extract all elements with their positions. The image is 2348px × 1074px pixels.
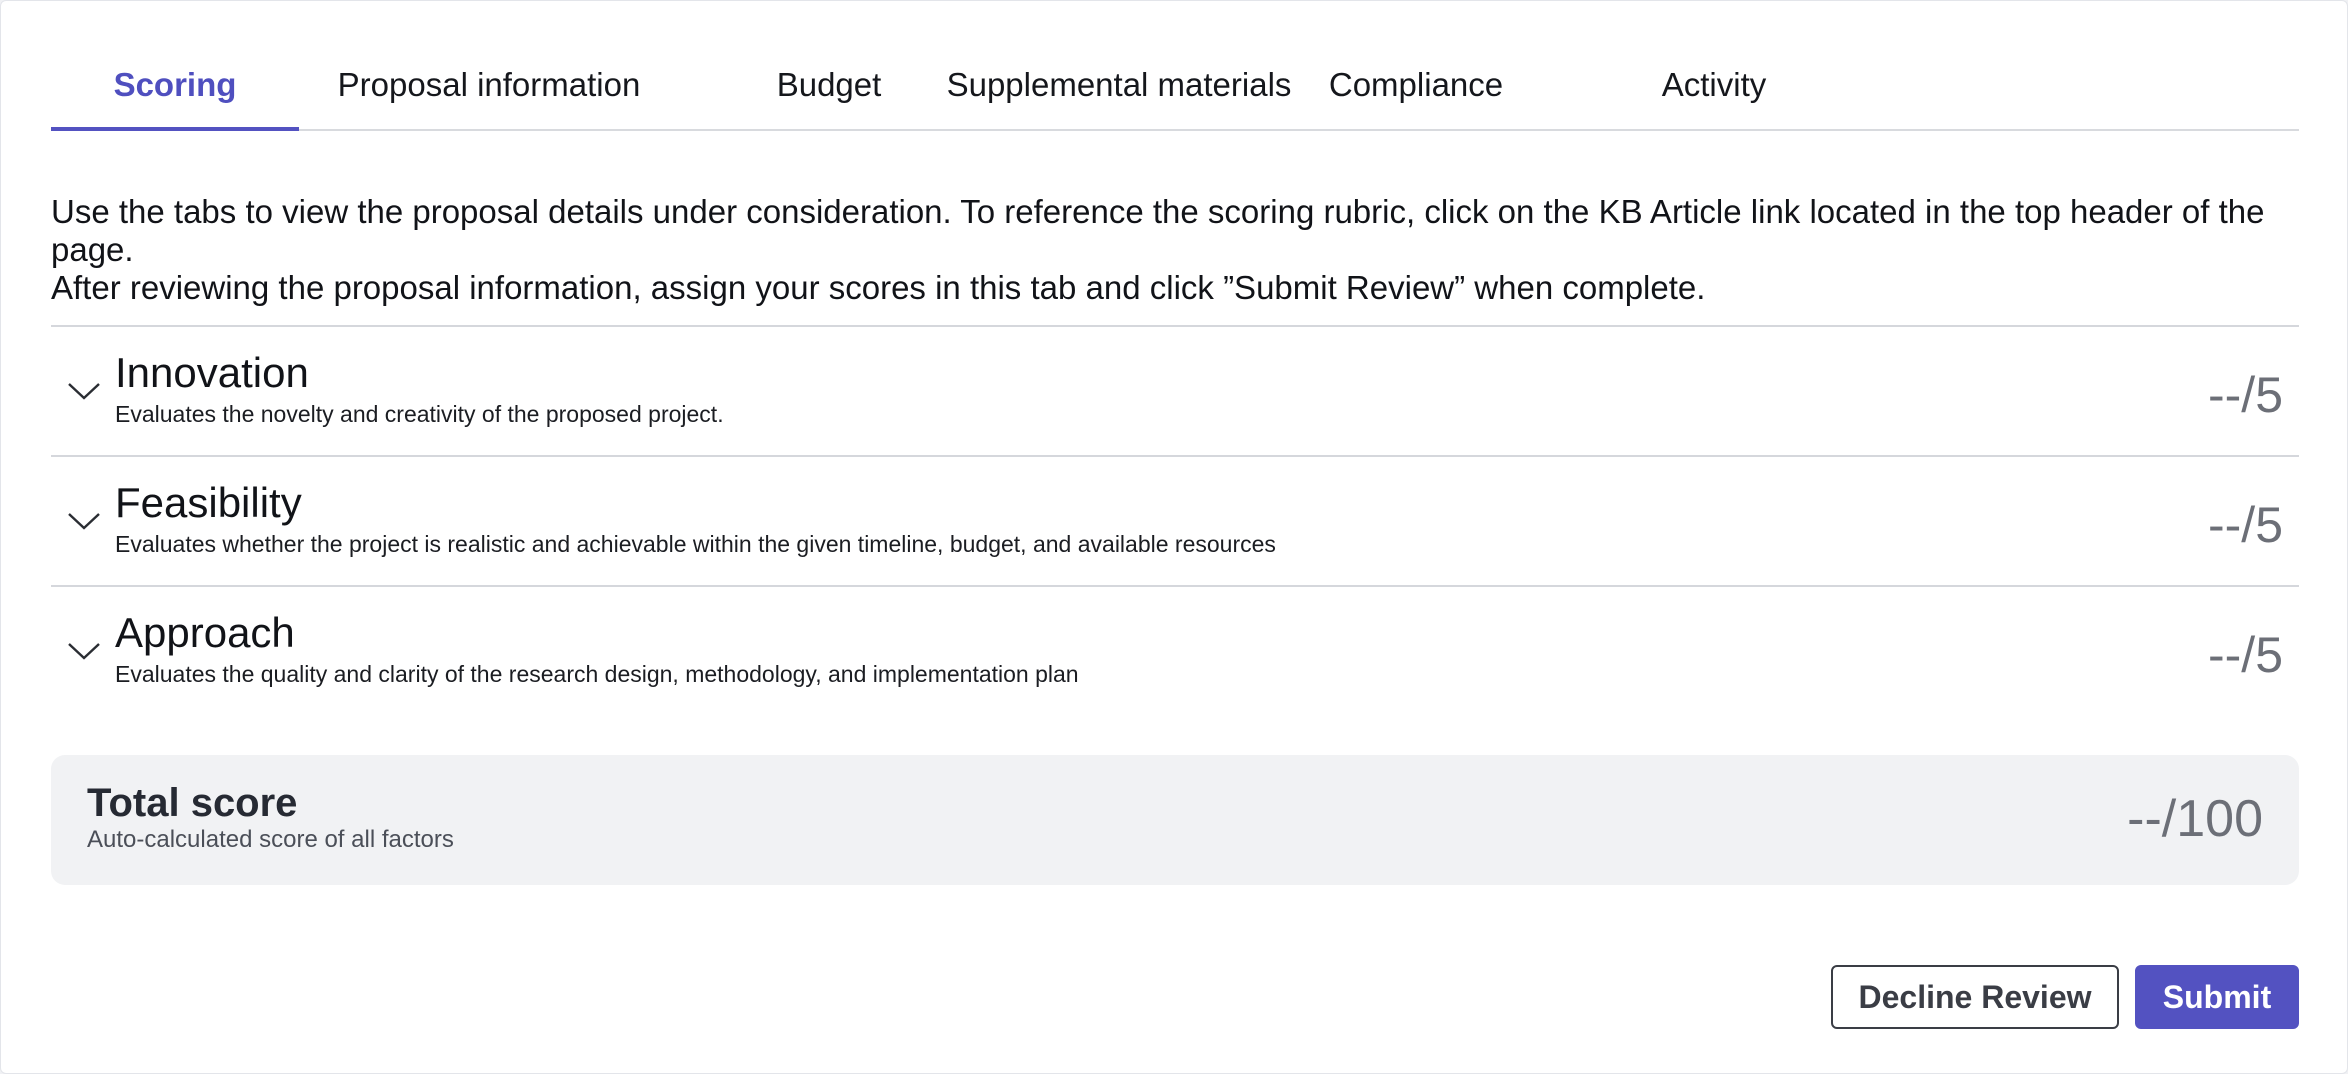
decline-review-button[interactable]: Decline Review — [1831, 965, 2119, 1029]
tab-scoring[interactable]: Scoring — [51, 65, 299, 131]
criterion-title: Innovation — [115, 349, 309, 396]
tab-activity[interactable]: Activity — [1571, 65, 1857, 129]
tab-compliance[interactable]: Compliance — [1315, 65, 1517, 129]
total-score-description: Auto-calculated score of all factors — [87, 826, 454, 853]
criterion-approach[interactable]: Approach Evaluates the quality and clari… — [51, 587, 2299, 715]
criterion-title: Feasibility — [115, 479, 302, 526]
tab-bar: Scoring Proposal information Budget Supp… — [51, 55, 2299, 131]
criterion-description: Evaluates the novelty and creativity of … — [115, 401, 724, 427]
criterion-score: --/5 — [2208, 627, 2283, 683]
criterion-description: Evaluates the quality and clarity of the… — [115, 661, 1079, 687]
criterion-score: --/5 — [2208, 497, 2283, 553]
criterion-score: --/5 — [2208, 367, 2283, 423]
submit-button[interactable]: Submit — [2135, 965, 2299, 1029]
chevron-down-icon[interactable] — [67, 511, 101, 531]
instructions-line-1: Use the tabs to view the proposal detail… — [51, 193, 2265, 268]
chevron-down-icon[interactable] — [67, 641, 101, 661]
total-score-title: Total score — [87, 781, 298, 825]
criterion-description: Evaluates whether the project is realist… — [115, 531, 1276, 557]
instructions-line-2: After reviewing the proposal information… — [51, 269, 1706, 306]
chevron-down-icon[interactable] — [67, 381, 101, 401]
total-score-value: --/100 — [2127, 790, 2263, 848]
criterion-innovation[interactable]: Innovation Evaluates the novelty and cre… — [51, 327, 2299, 457]
total-score-panel: Total score Auto-calculated score of all… — [51, 755, 2299, 885]
criterion-title: Approach — [115, 609, 295, 656]
tab-proposal-information[interactable]: Proposal information — [331, 65, 647, 129]
criterion-feasibility[interactable]: Feasibility Evaluates whether the projec… — [51, 457, 2299, 587]
tab-supplemental-materials[interactable]: Supplemental materials — [935, 65, 1303, 129]
instructions-text: Use the tabs to view the proposal detail… — [51, 193, 2311, 307]
review-panel: Scoring Proposal information Budget Supp… — [0, 0, 2348, 1074]
criteria-list: Innovation Evaluates the novelty and cre… — [51, 325, 2299, 715]
tab-budget[interactable]: Budget — [709, 65, 949, 129]
